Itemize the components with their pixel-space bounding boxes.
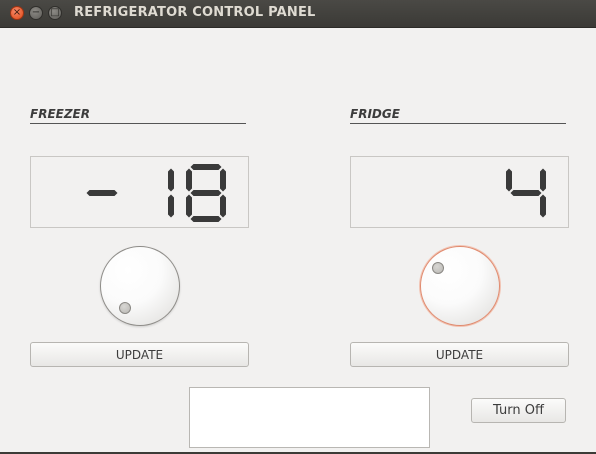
fridge-update-button[interactable]: UPDATE xyxy=(350,342,569,367)
lcd-segment-b xyxy=(168,168,174,192)
lcd-segment-g xyxy=(510,190,542,196)
status-message-box xyxy=(189,387,430,448)
freezer-lcd-display xyxy=(30,156,249,228)
freezer-lcd-digits xyxy=(86,164,226,222)
lcd-segment-f xyxy=(506,168,512,192)
turn-off-button[interactable]: Turn Off xyxy=(471,398,566,423)
fridge-lcd-display xyxy=(350,156,569,228)
fridge-dial-indicator xyxy=(432,262,444,274)
title-bar: × − □ REFRIGERATOR CONTROL PANEL xyxy=(0,0,596,28)
lcd-segment-b xyxy=(540,168,546,192)
lcd-segment-c xyxy=(220,194,226,218)
window-title: REFRIGERATOR CONTROL PANEL xyxy=(74,5,316,20)
lcd-segment-b xyxy=(220,168,226,192)
freezer-dial-indicator xyxy=(119,302,131,314)
minimize-window-button[interactable]: − xyxy=(29,6,43,20)
lcd-segment-e xyxy=(186,194,192,218)
maximize-window-button[interactable]: □ xyxy=(48,6,62,20)
fridge-label: FRIDGE xyxy=(350,107,566,124)
freezer-label: FREEZER xyxy=(30,107,246,124)
lcd-segment-g xyxy=(86,190,118,196)
freezer-temperature-dial[interactable] xyxy=(100,246,180,326)
freezer-update-button[interactable]: UPDATE xyxy=(30,342,249,367)
lcd-segment-c xyxy=(168,194,174,218)
lcd-segment-d xyxy=(190,216,222,222)
lcd-segment-a xyxy=(190,164,222,170)
close-icon: × xyxy=(12,7,22,18)
lcd-segment-c xyxy=(540,194,546,218)
lcd-segment-f xyxy=(186,168,192,192)
minimize-icon: − xyxy=(31,7,41,18)
fridge-lcd-digits xyxy=(506,168,546,218)
lcd-segment-g xyxy=(190,190,222,196)
maximize-icon: □ xyxy=(50,7,60,18)
close-window-button[interactable]: × xyxy=(10,6,24,20)
fridge-temperature-dial[interactable] xyxy=(420,246,500,326)
